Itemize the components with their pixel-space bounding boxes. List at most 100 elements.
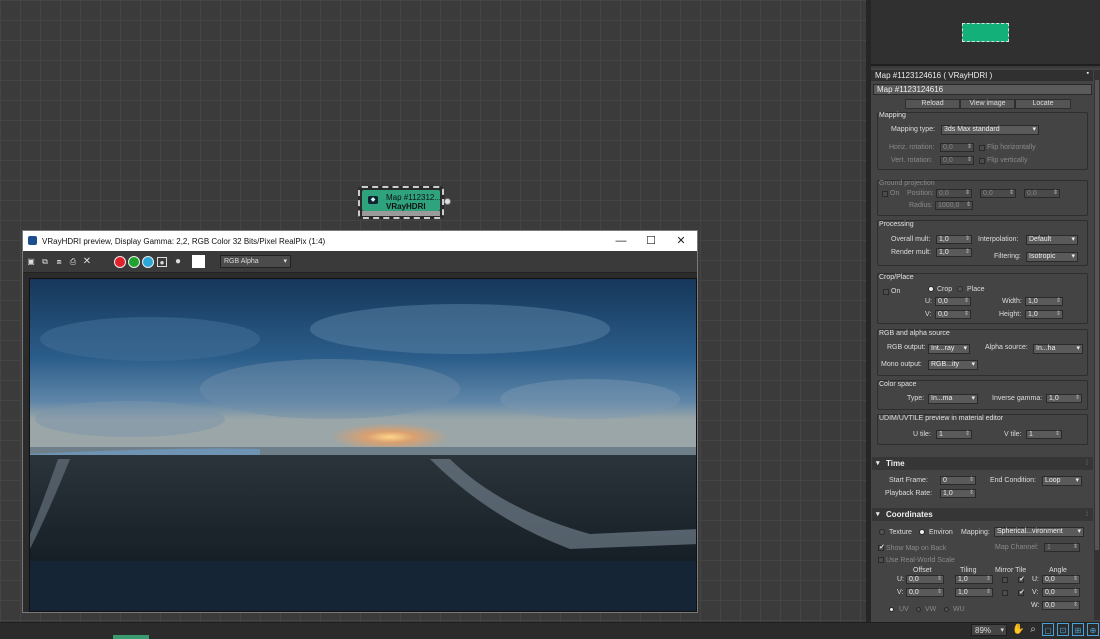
- ground-position-x[interactable]: 0,0: [936, 189, 972, 198]
- parameter-panel: Map #1123124616 ( VRayHDRI ) ▪ Map #1123…: [871, 68, 1100, 622]
- offset-u-spinner[interactable]: 0,0: [906, 575, 944, 584]
- copy-icon[interactable]: ⧉: [40, 257, 50, 267]
- rgb-output-dropdown[interactable]: Int...ray: [928, 344, 970, 354]
- preview-titlebar[interactable]: VRayHDRI preview, Display Gamma: 2,2, RG…: [23, 231, 697, 251]
- view-image-button[interactable]: View image: [960, 99, 1015, 109]
- rollout-pin-icon[interactable]: ⁞: [1086, 457, 1088, 470]
- interpolation-label: Interpolation:: [978, 236, 1019, 243]
- show-map-on-back-label: Show Map on Back: [886, 545, 947, 552]
- coordinates-rollout-title: Coordinates: [886, 510, 933, 519]
- end-condition-dropdown[interactable]: Loop: [1042, 476, 1082, 486]
- zoom-icon[interactable]: ⌕: [1027, 623, 1039, 636]
- rollout-pin-icon[interactable]: ⁞: [1086, 508, 1088, 521]
- green-channel-icon[interactable]: [128, 256, 140, 268]
- crop-width-label: Width:: [1002, 298, 1022, 305]
- mapping-type-dropdown[interactable]: 3ds Max standard: [941, 125, 1039, 135]
- place-radio[interactable]: [957, 286, 963, 292]
- playback-rate-spinner[interactable]: 1,0: [940, 489, 976, 498]
- angle-u-spinner[interactable]: 0,0: [1042, 575, 1080, 584]
- vert-rotation-spinner[interactable]: 0,0: [940, 156, 974, 165]
- environ-radio[interactable]: [919, 529, 925, 535]
- zoom-dropdown[interactable]: 89%: [971, 624, 1007, 636]
- blue-channel-icon[interactable]: [142, 256, 154, 268]
- red-channel-icon[interactable]: [114, 256, 126, 268]
- horiz-rotation-spinner[interactable]: 0,0: [940, 143, 974, 152]
- crop-u-spinner[interactable]: 0,0: [935, 297, 971, 306]
- crop-height-spinner[interactable]: 1,0: [1025, 310, 1063, 319]
- angle-v-spinner[interactable]: 0,0: [1042, 588, 1080, 597]
- vw-radio[interactable]: [916, 607, 921, 612]
- panel-scrollbar[interactable]: [1094, 70, 1100, 620]
- map-channel-spinner[interactable]: 1: [1044, 543, 1080, 552]
- coord-mapping-dropdown[interactable]: Spherical...vironment: [994, 527, 1084, 537]
- texture-radio[interactable]: [879, 529, 885, 535]
- start-frame-label: Start Frame:: [889, 477, 928, 484]
- flip-horizontally-checkbox[interactable]: [979, 145, 985, 151]
- v-tile-spinner[interactable]: 1: [1026, 430, 1062, 439]
- u-tile-spinner[interactable]: 1: [936, 430, 972, 439]
- zoom-extents-icon[interactable]: ⊡: [1057, 623, 1069, 636]
- close-button[interactable]: ✕: [669, 233, 693, 249]
- mirror-u-checkbox[interactable]: [1002, 577, 1008, 583]
- tiling-v-spinner[interactable]: 1,0: [955, 588, 993, 597]
- zoom-selected-icon[interactable]: ⊞: [1072, 623, 1084, 636]
- clear-icon[interactable]: ✕: [82, 257, 92, 267]
- render-mult-spinner[interactable]: 1,0: [936, 248, 972, 257]
- alpha-source-dropdown[interactable]: In...ha: [1033, 344, 1083, 354]
- tiling-u-spinner[interactable]: 1,0: [955, 575, 993, 584]
- texture-radio-label: Texture: [889, 529, 912, 536]
- zoom-region-icon[interactable]: ▢: [1042, 623, 1054, 636]
- flip-vertically-checkbox[interactable]: [979, 158, 985, 164]
- ground-on-checkbox[interactable]: [882, 191, 888, 197]
- overall-mult-spinner[interactable]: 1,0: [936, 235, 972, 244]
- crop-on-checkbox[interactable]: [883, 289, 889, 295]
- node-output-socket[interactable]: [444, 198, 451, 205]
- ground-position-y[interactable]: 0,0: [980, 189, 1016, 198]
- clone-icon[interactable]: ⧈: [54, 257, 64, 267]
- wu-radio[interactable]: [944, 607, 949, 612]
- offset-v-spinner[interactable]: 0,0: [906, 588, 944, 597]
- tile-v-checkbox[interactable]: [1018, 588, 1025, 596]
- filtering-dropdown[interactable]: Isotropic: [1026, 252, 1078, 262]
- vrayhdri-node[interactable]: ◆ Map #112312... VRayHDRI: [358, 186, 451, 219]
- print-icon[interactable]: ⎙: [68, 257, 78, 267]
- node-footer: [362, 211, 440, 216]
- inverse-gamma-spinner[interactable]: 1,0: [1046, 394, 1082, 403]
- start-frame-spinner[interactable]: 0: [940, 476, 976, 485]
- coordinates-rollout-header[interactable]: Coordinates ⁞: [872, 508, 1093, 521]
- vrayhdri-preview-window[interactable]: VRayHDRI preview, Display Gamma: 2,2, RG…: [22, 230, 698, 613]
- crop-width-spinner[interactable]: 1,0: [1025, 297, 1063, 306]
- map-channel-label: Map Channel:: [995, 544, 1039, 551]
- minimize-button[interactable]: —: [609, 233, 633, 249]
- ground-radius-spinner[interactable]: 1000,0: [935, 201, 973, 210]
- mirror-v-checkbox[interactable]: [1002, 590, 1008, 596]
- angle-w-spinner[interactable]: 0,0: [1042, 601, 1080, 610]
- panel-options-icon[interactable]: ▪: [1087, 70, 1089, 77]
- crop-radio-label: Crop: [937, 286, 953, 293]
- time-rollout-header[interactable]: Time ⁞: [872, 457, 1093, 470]
- real-world-scale-checkbox[interactable]: [878, 557, 884, 563]
- crop-v-spinner[interactable]: 0,0: [935, 310, 971, 319]
- active-view-tab[interactable]: [113, 635, 149, 639]
- node-preview-swatch[interactable]: [962, 23, 1009, 42]
- alpha-channel-icon[interactable]: ●: [157, 257, 167, 267]
- uv-radio[interactable]: [889, 607, 894, 612]
- interpolation-dropdown[interactable]: Default: [1026, 235, 1078, 245]
- mono-output-dropdown[interactable]: RGB...ity: [928, 360, 978, 370]
- ground-position-z[interactable]: 0,0: [1024, 189, 1060, 198]
- map-name-input[interactable]: Map #1123124616: [873, 84, 1092, 95]
- maximize-button[interactable]: ☐: [639, 233, 663, 249]
- reload-button[interactable]: Reload: [905, 99, 960, 109]
- tile-u-checkbox[interactable]: [1018, 575, 1025, 583]
- background-swatch[interactable]: [192, 255, 205, 268]
- show-map-on-back-checkbox[interactable]: [878, 543, 885, 551]
- channel-dropdown[interactable]: RGB Alpha: [220, 255, 291, 268]
- scroll-thumb[interactable]: [1095, 80, 1099, 550]
- pan-hand-icon[interactable]: ✋: [1012, 623, 1024, 636]
- locate-button[interactable]: Locate: [1015, 99, 1071, 109]
- color-space-type-dropdown[interactable]: In...ma: [928, 394, 978, 404]
- save-icon[interactable]: ▣: [26, 257, 36, 267]
- monochrome-icon[interactable]: ●: [173, 257, 183, 267]
- crop-radio[interactable]: [928, 286, 934, 292]
- fit-view-icon[interactable]: ⊕: [1087, 623, 1099, 636]
